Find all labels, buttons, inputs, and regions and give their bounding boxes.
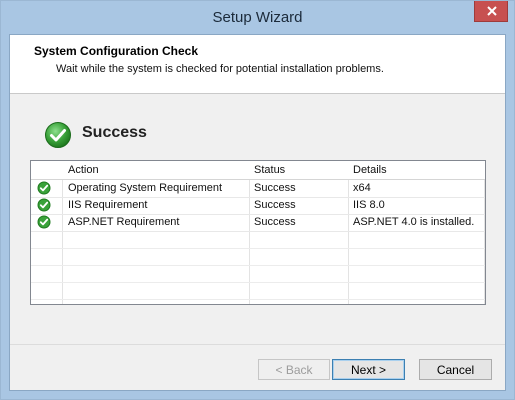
- table-row[interactable]: ASP.NET Requirement Success ASP.NET 4.0 …: [31, 214, 485, 232]
- empty-row: [31, 248, 485, 266]
- close-button[interactable]: [474, 1, 508, 22]
- cancel-button[interactable]: Cancel: [419, 359, 492, 380]
- column-header-details[interactable]: Details: [353, 164, 387, 176]
- success-check-icon: [37, 181, 51, 195]
- cell-action: ASP.NET Requirement: [68, 216, 180, 228]
- footer-divider: [10, 344, 505, 345]
- empty-row: [31, 231, 485, 249]
- back-button[interactable]: < Back: [258, 359, 330, 380]
- next-button[interactable]: Next >: [332, 359, 405, 380]
- cell-status: Success: [254, 199, 296, 211]
- column-header-status[interactable]: Status: [254, 164, 285, 176]
- cell-details: x64: [353, 182, 371, 194]
- cell-details: ASP.NET 4.0 is installed.: [353, 216, 475, 228]
- cell-action: IIS Requirement: [68, 199, 148, 211]
- wizard-content: System Configuration Check Wait while th…: [9, 34, 506, 391]
- wizard-header: System Configuration Check Wait while th…: [10, 35, 505, 94]
- page-title: System Configuration Check: [34, 44, 199, 58]
- close-icon: [487, 6, 497, 16]
- window-title: Setup Wizard: [212, 9, 303, 26]
- cell-status: Success: [254, 216, 296, 228]
- column-header-action[interactable]: Action: [68, 164, 99, 176]
- empty-row: [31, 282, 485, 300]
- result-label: Success: [82, 124, 147, 141]
- setup-wizard-window: Setup Wizard System Configuration Check …: [0, 0, 515, 400]
- success-check-icon: [45, 122, 71, 148]
- success-check-icon: [37, 198, 51, 212]
- cell-action: Operating System Requirement: [68, 182, 223, 194]
- page-subtitle: Wait while the system is checked for pot…: [56, 63, 384, 75]
- table-header: Action Status Details: [31, 161, 485, 180]
- title-bar[interactable]: Setup Wizard: [1, 1, 514, 33]
- table-row[interactable]: IIS Requirement Success IIS 8.0: [31, 197, 485, 215]
- success-check-icon: [37, 215, 51, 229]
- table-row[interactable]: Operating System Requirement Success x64: [31, 180, 485, 198]
- empty-row: [31, 265, 485, 283]
- check-results-table[interactable]: Action Status Details Operating System R…: [30, 160, 486, 305]
- cell-status: Success: [254, 182, 296, 194]
- cell-details: IIS 8.0: [353, 199, 385, 211]
